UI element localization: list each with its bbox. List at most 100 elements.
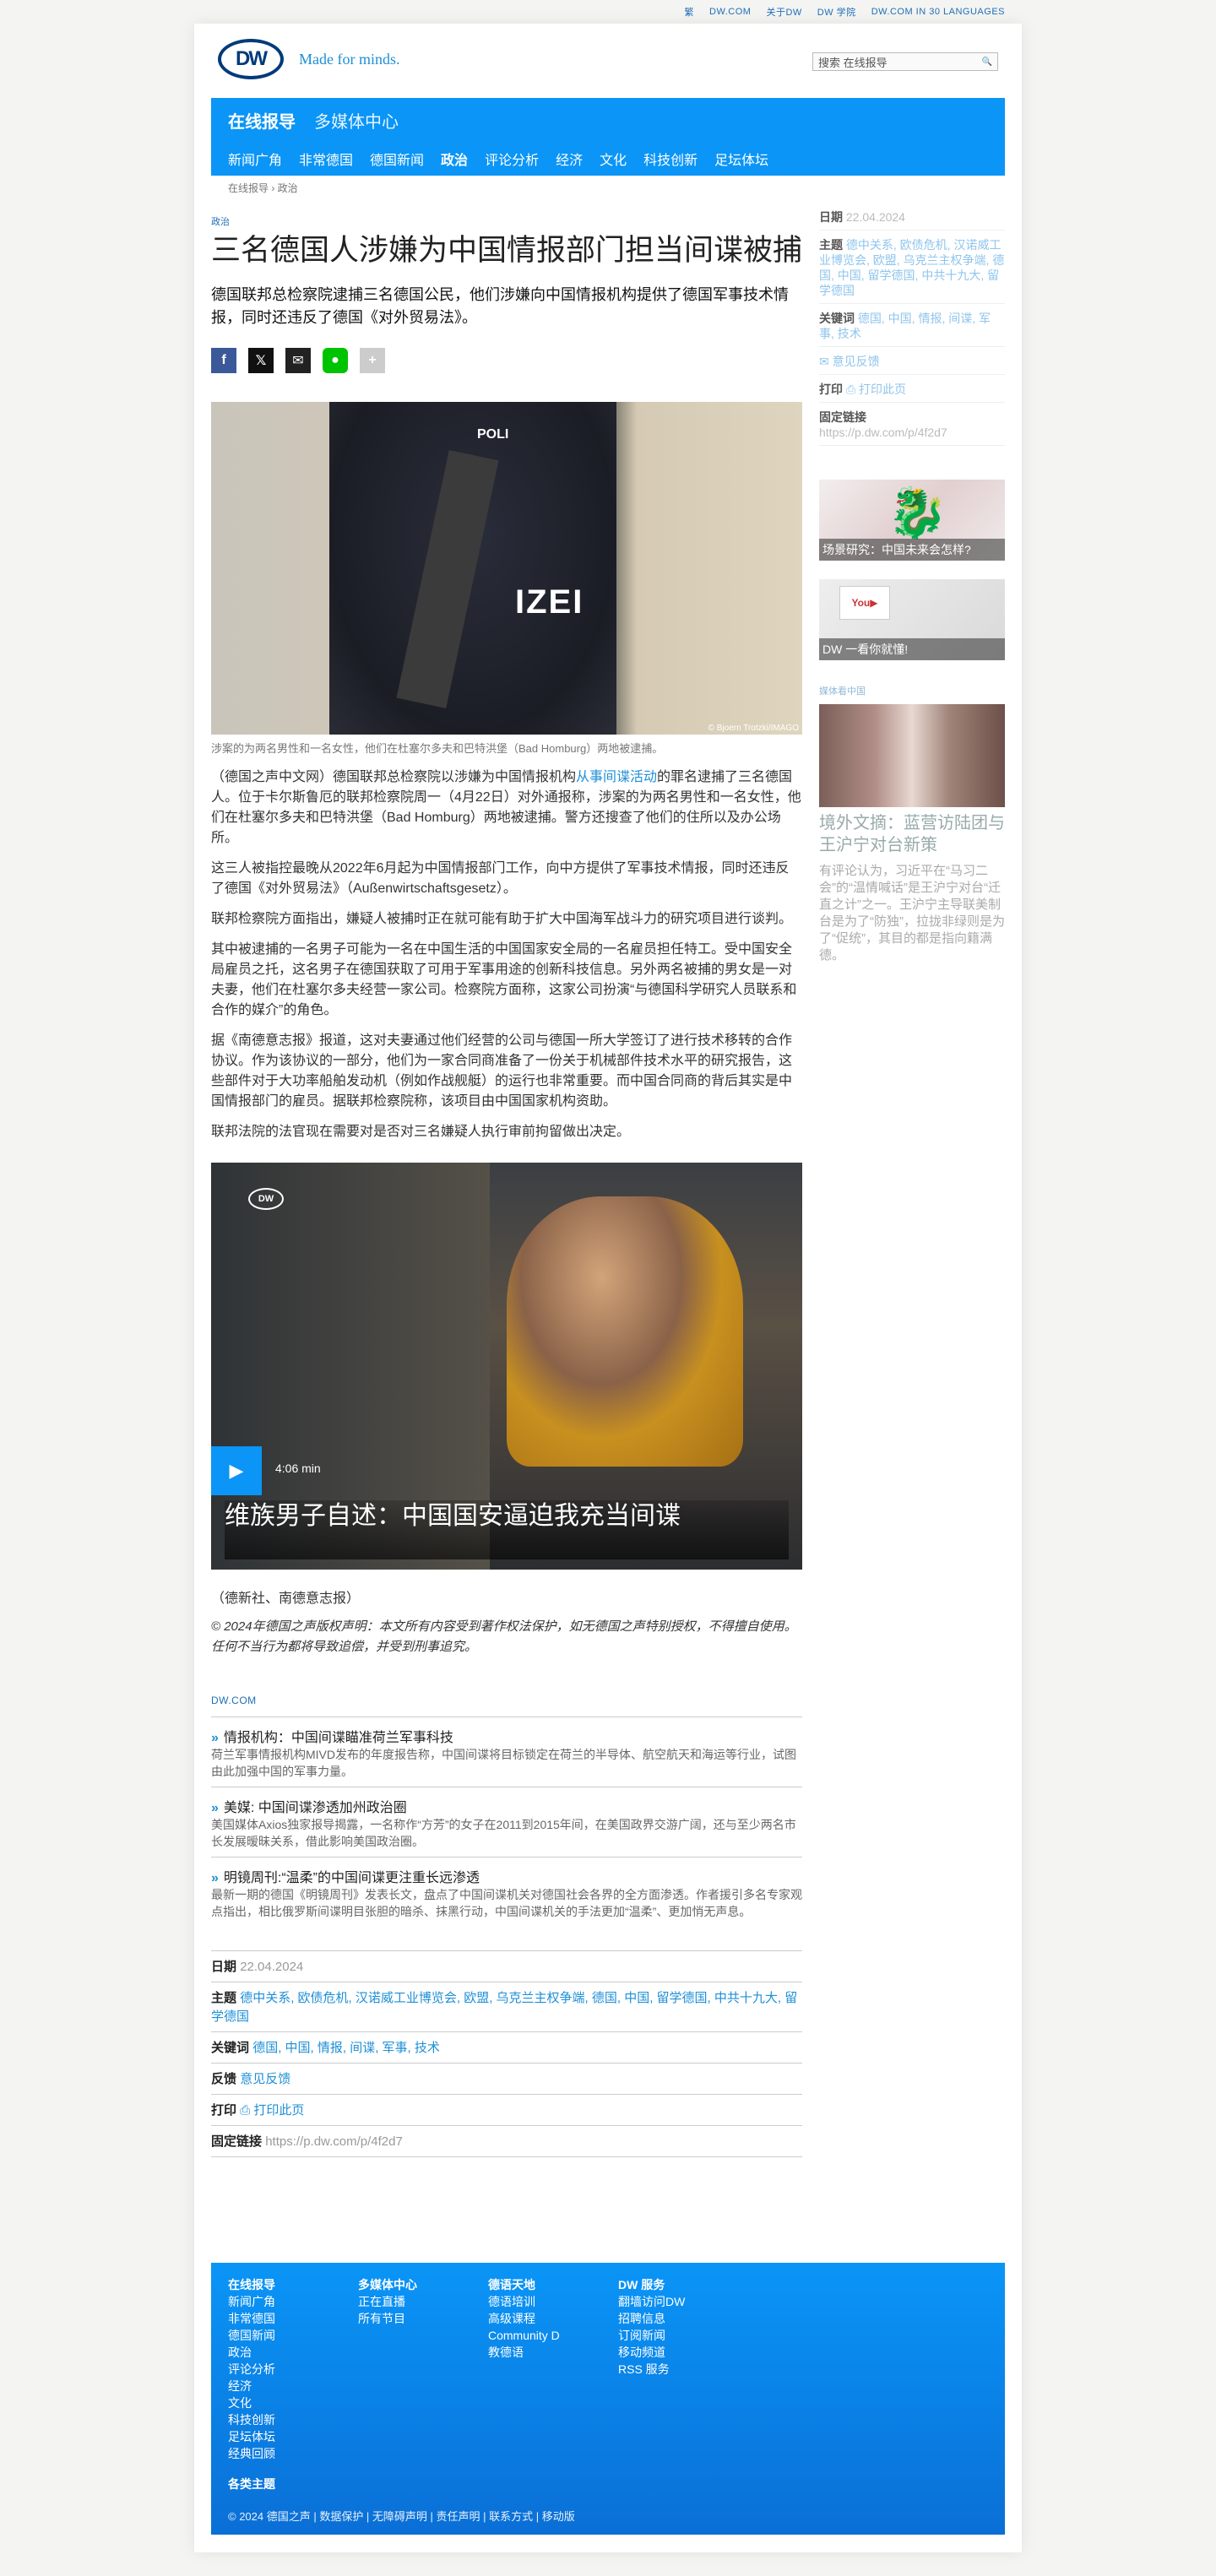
photo-text-zei: IZEI — [515, 583, 584, 621]
side-keywords: 关键词 德国, 中国, 情报, 间谍, 军事, 技术 — [819, 304, 1005, 347]
permalink[interactable]: https://p.dw.com/p/4f2d7 — [265, 2134, 403, 2149]
search-placeholder: 搜索 在线报导 — [818, 56, 888, 69]
nav-item-news[interactable]: 新闻广角 — [228, 149, 282, 169]
video-player[interactable]: DW ▶ 4:06 min 维族男子自述：中国国安逼迫我充当间谍 — [211, 1163, 802, 1570]
chevron-right-icon: » — [211, 1871, 219, 1885]
article-photo: POLI IZEI © Bjoern Trotzki/IMAGO — [211, 402, 802, 735]
inline-link-espionage[interactable]: 从事间谍活动 — [576, 770, 657, 784]
facebook-icon[interactable]: f — [211, 348, 236, 373]
paragraph-1: （德国之声中文网）德国联邦总检察院以涉嫌为中国情报机构从事间谍活动的罪名逮捕了三… — [211, 770, 801, 845]
feedback-icon: ✉ — [819, 355, 833, 368]
header: DW Made for minds. 搜索 在线报导 🔍 — [218, 39, 998, 93]
meta-print: 打印 ⎙ 打印此页 — [211, 2094, 802, 2125]
top-link-about[interactable]: 关于DW — [766, 5, 801, 19]
nav-item-culture[interactable]: 文化 — [600, 149, 627, 169]
side-permalink: 固定链接 https://p.dw.com/p/4f2d7 — [819, 403, 1005, 446]
breadcrumb[interactable]: 在线报导 › 政治 — [228, 181, 298, 195]
email-icon[interactable]: ✉ — [285, 348, 311, 373]
related-item[interactable]: » 明镜周刊:“温柔”的中国间谍更注重长远渗透 最新一期的德国《明镜周刊》发表长文… — [211, 1857, 802, 1927]
footer: 在线报导 新闻广角 非常德国 德国新闻 政治 评论分析 经济 文化 科技创新 足… — [211, 2263, 1005, 2535]
feature-image[interactable] — [819, 704, 1005, 807]
article-category[interactable]: 政治 — [211, 214, 802, 228]
related-item[interactable]: » 情报机构：中国间谍瞄准荷兰军事科技 荷兰军事情报机构MIVD发布的年度报告称，… — [211, 1716, 802, 1787]
play-icon[interactable]: ▶ — [211, 1446, 262, 1495]
side-topics: 主题 德中关系, 欧债危机, 汉诺威工业博览会, 欧盟, 乌克兰主权争端, 德国… — [819, 230, 1005, 304]
share-bar: f 𝕏 ✉ ● + — [211, 348, 802, 373]
article-title: 三名德国人涉嫌为中国情报部门担当间谍被捕 — [211, 234, 803, 267]
footer-bottom[interactable]: © 2024 德国之声 | 数据保护 | 无障碍声明 | 责任声明 | 联系方式… — [228, 2508, 575, 2524]
teaser-youtube[interactable]: You▶ DW 一看你就懂! — [819, 579, 1005, 660]
footer-col-multimedia: 多媒体中心 正在直播 所有节目 — [358, 2278, 417, 2325]
nav-item-tech[interactable]: 科技创新 — [643, 149, 698, 169]
chevron-right-icon: » — [211, 1801, 219, 1815]
video-person — [507, 1196, 743, 1467]
side-feedback: ✉ 意见反馈 — [819, 347, 1005, 375]
nav-item-commentary[interactable]: 评论分析 — [485, 149, 539, 169]
line-icon[interactable]: ● — [323, 348, 348, 373]
side-date: 日期 22.04.2024 — [819, 203, 1005, 230]
page-container: DW Made for minds. 搜索 在线报导 🔍 在线报导 多媒体中心 … — [194, 24, 1022, 2552]
nav-item-economy[interactable]: 经济 — [556, 149, 583, 169]
article: 政治 三名德国人涉嫌为中国情报部门担当间谍被捕 德国联邦总检察院逮捕三名德国公民… — [211, 214, 802, 2157]
nav-item-sports[interactable]: 足坛体坛 — [714, 149, 768, 169]
top-link-trad[interactable]: 繁 — [685, 5, 695, 19]
paragraph-2: 这三人被指控最晚从2022年6月起为中国情报部门工作，向中方提供了军事技术情报，… — [211, 861, 790, 896]
footer-topics[interactable]: 各类主题 — [228, 2476, 275, 2492]
footer-col-online: 在线报导 新闻广角 非常德国 德国新闻 政治 评论分析 经济 文化 科技创新 足… — [228, 2278, 275, 2460]
meta-date: 日期 22.04.2024 — [211, 1950, 802, 1982]
paragraph-6: 联邦法院的法官现在需要对是否对三名嫌疑人执行审前拘留做出决定。 — [211, 1125, 631, 1139]
paragraph-5: 据《南德意志报》报道，这对夫妻通过他们经营的公司与德国一所大学签订了进行技术移转… — [211, 1033, 793, 1109]
x-icon[interactable]: 𝕏 — [248, 348, 274, 373]
photo-text-poli: POLI — [477, 427, 509, 442]
search-icon[interactable]: 🔍 — [982, 57, 992, 67]
copyright-notice: © 2024年德国之声版权声明：本文所有内容受到著作权法保护，如无德国之声特别授… — [211, 1619, 797, 1654]
top-link-languages[interactable]: DW.COM IN 30 LANGUAGES — [871, 7, 1005, 17]
nav-item-politics[interactable]: 政治 — [441, 149, 468, 169]
meta-feedback: 反馈 意见反馈 — [211, 2063, 802, 2094]
dw-section-label: DW.COM — [211, 1695, 257, 1706]
youtube-icon: You▶ — [839, 586, 890, 620]
dw-video-logo: DW — [248, 1188, 284, 1210]
photo-caption: 涉案的为两名男性和一名女性，他们在杜塞尔多夫和巴特洪堡（Bad Homburg）… — [211, 742, 664, 755]
feedback-link[interactable]: 意见反馈 — [240, 2072, 290, 2086]
related-item[interactable]: » 美媒: 中国间谍渗透加州政治圈 美国媒体Axios独家报导揭露，一名称作“方芳… — [211, 1787, 802, 1857]
main-nav: 在线报导 多媒体中心 新闻广角 非常德国 德国新闻 政治 评论分析 经济 文化 … — [211, 98, 1005, 176]
footer-col-services: DW 服务 翻墙访问DW 招聘信息 订阅新闻 移动频道 RSS 服务 — [618, 2278, 686, 2376]
topics-links[interactable]: 德中关系, 欧债危机, 汉诺威工业博览会, 欧盟, 乌克兰主权争端, 德国, 中… — [211, 1991, 797, 2024]
print-link[interactable]: ⎙ 打印此页 — [240, 2103, 304, 2118]
media-tag: 媒体看中国 — [819, 686, 866, 697]
meta-permalink: 固定链接 https://p.dw.com/p/4f2d7 — [211, 2125, 802, 2157]
nav-multimedia[interactable]: 多媒体中心 — [314, 108, 399, 133]
teaser-dragon[interactable]: 🐉 场景研究：中国未来会怎样? — [819, 480, 1005, 561]
article-body: （德国之声中文网）德国联邦总检察院以涉嫌为中国情报机构从事间谍活动的罪名逮捕了三… — [211, 767, 802, 1142]
side-print: 打印 ⎙ 打印此页 — [819, 375, 1005, 403]
paragraph-4: 其中被逮捕的一名男子可能为一名在中国生活的中国国家安全局的一名雇员担任特工。受中… — [211, 942, 797, 1017]
article-source: （德新社、南德意志报） — [211, 1592, 361, 1606]
print-icon: ⎙ — [845, 382, 859, 396]
video-title[interactable]: 维族男子自述：中国国安逼迫我充当间谍 — [225, 1500, 789, 1559]
top-link-academy[interactable]: DW 学院 — [817, 5, 856, 19]
search-input[interactable]: 搜索 在线报导 🔍 — [812, 52, 998, 71]
more-icon[interactable]: + — [360, 348, 385, 373]
nav-item-german-news[interactable]: 德国新闻 — [370, 149, 424, 169]
top-link-dwcom[interactable]: DW.COM — [709, 7, 751, 17]
nav-online[interactable]: 在线报导 — [228, 108, 296, 133]
article-lead: 德国联邦总检察院逮捕三名德国公民，他们涉嫌向中国情报机构提供了德国军事技术情报，… — [211, 286, 789, 326]
meta-topics: 主题 德中关系, 欧债危机, 汉诺威工业博览会, 欧盟, 乌克兰主权争端, 德国… — [211, 1982, 802, 2031]
top-links: 繁 DW.COM 关于DW DW 学院 DW.COM IN 30 LANGUAG… — [685, 0, 1005, 24]
tagline: Made for minds. — [299, 51, 400, 68]
article-meta: 日期 22.04.2024 主题 德中关系, 欧债危机, 汉诺威工业博览会, 欧… — [211, 1950, 802, 2157]
meta-keywords: 关键词 德国, 中国, 情报, 间谍, 军事, 技术 — [211, 2031, 802, 2063]
print-icon: ⎙ — [240, 2103, 254, 2118]
feature-desc: 有评论认为，习近平在“马习二会”的“温情喊话”是王沪宁对台“迁直之计”之一。王沪… — [819, 864, 1005, 963]
footer-col-german: 德语天地 德语培训 高级课程 Community D 教德语 — [488, 2278, 560, 2359]
video-duration: 4:06 min — [275, 1462, 321, 1475]
dw-logo[interactable]: DW — [218, 39, 284, 79]
photo-credit: © Bjoern Trotzki/IMAGO — [708, 724, 799, 733]
keyword-links[interactable]: 德国, 中国, 情报, 间谍, 军事, 技术 — [252, 2041, 440, 2055]
dragon-icon: 🐉 — [887, 485, 948, 540]
feature-title[interactable]: 境外文摘：蓝营访陆团与王沪宁对台新策 — [819, 812, 1005, 856]
paragraph-3: 联邦检察院方面指出，嫌疑人被捕时正在就可能有助于扩大中国海军战斗力的研究项目进行… — [211, 912, 793, 926]
nav-item-germany[interactable]: 非常德国 — [299, 149, 353, 169]
sidebar: 日期 22.04.2024 主题 德中关系, 欧债危机, 汉诺威工业博览会, 欧… — [819, 203, 1005, 964]
